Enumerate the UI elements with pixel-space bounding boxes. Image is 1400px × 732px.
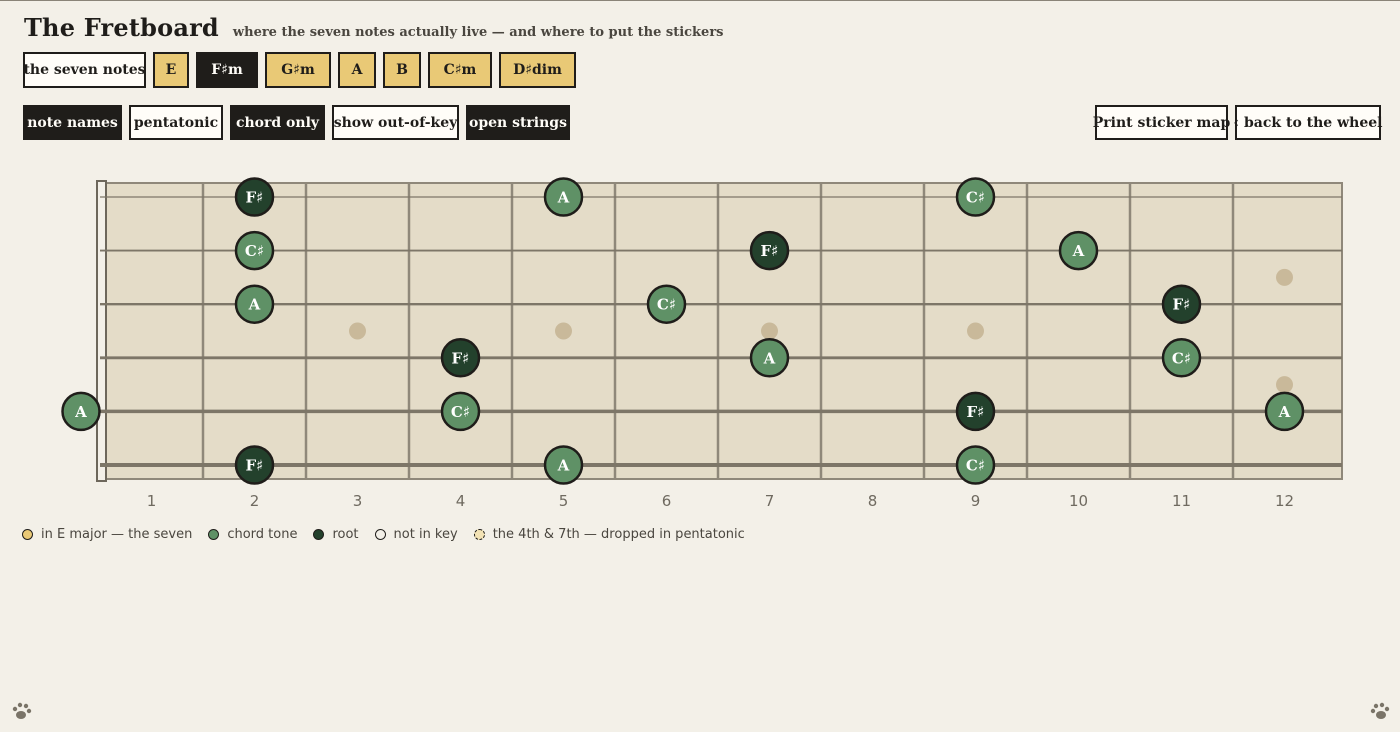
note-label: A (557, 189, 570, 207)
chord-button-a[interactable]: A (338, 52, 376, 88)
note-label: F♯ (246, 457, 264, 475)
note-label: F♯ (246, 189, 264, 207)
chord-button-b[interactable]: B (383, 52, 421, 88)
note-label: A (557, 457, 570, 475)
note-marker[interactable]: F♯ (234, 445, 275, 485)
legend-label: root (332, 527, 359, 542)
note-marker[interactable]: A (543, 445, 584, 485)
fret-number: 10 (1069, 492, 1088, 510)
note-marker[interactable]: F♯ (1161, 284, 1202, 324)
fretboard-body (99, 182, 1343, 480)
paw-print-icon (1370, 702, 1390, 719)
legend-item-chord-tone: chord tone (208, 527, 297, 542)
print-sticker-map-button[interactable]: Print sticker map (1093, 105, 1230, 140)
chord-button-d-sharp-dim[interactable]: D♯dim (499, 52, 576, 88)
note-label: F♯ (1173, 296, 1191, 314)
fret-number: 9 (971, 492, 981, 510)
fret-number: 4 (456, 492, 466, 510)
legend-item-dropped: the 4th & 7th — dropped in pentatonic (473, 527, 745, 542)
chord-button-e[interactable]: E (153, 52, 189, 88)
chord-button-g-sharp-minor[interactable]: G♯m (265, 52, 331, 88)
fret-number: 7 (765, 492, 775, 510)
note-marker[interactable]: C♯ (955, 445, 996, 485)
fret-number: 11 (1172, 492, 1191, 510)
note-label: A (74, 403, 87, 421)
note-label: C♯ (451, 403, 470, 421)
toggle-show-out-of-key[interactable]: show out-of-key (332, 105, 459, 140)
toggle-open-strings[interactable]: open strings (466, 105, 570, 140)
nut (96, 180, 107, 482)
toggle-note-names[interactable]: note names (23, 105, 122, 140)
legend-item-not-in-key: not in key (374, 527, 458, 542)
inlay-dot (967, 322, 984, 340)
chord-button-seven-notes[interactable]: the seven notes (23, 52, 146, 88)
note-marker[interactable]: C♯ (955, 177, 996, 217)
inlay-dot (555, 322, 572, 340)
page-title: The Fretboard (24, 13, 219, 42)
note-marker[interactable]: F♯ (955, 391, 996, 432)
inlay-dot (349, 322, 366, 340)
inlay-dot (761, 322, 778, 340)
note-label: C♯ (1172, 349, 1191, 367)
note-label: A (1278, 403, 1291, 421)
inlay-dot (1276, 268, 1293, 286)
note-marker[interactable]: A (543, 177, 584, 217)
legend-swatch-root (313, 529, 325, 540)
legend-item-in-key: in E major — the seven (22, 527, 192, 542)
page-header: The Fretboard where the seven notes actu… (24, 13, 724, 42)
fret-number: 3 (353, 492, 363, 510)
fret-number: 1 (147, 492, 157, 510)
note-marker[interactable]: F♯ (440, 338, 481, 378)
fret-number: 12 (1275, 492, 1294, 510)
toggle-chord-only[interactable]: chord only (230, 105, 325, 140)
legend-label: in E major — the seven (41, 527, 193, 542)
page-subtitle: where the seven notes actually live — an… (232, 25, 724, 40)
fretboard: F♯ A C♯C♯ F♯ AA C♯ F♯F♯ A C♯A C♯ F♯ AF♯ A C♯ 12345678… (61, 177, 1343, 510)
inlay-dot (1276, 376, 1293, 394)
note-label: C♯ (966, 457, 985, 475)
note-label: F♯ (761, 242, 779, 260)
legend-label: not in key (393, 527, 458, 542)
note-marker[interactable]: A (61, 391, 101, 432)
legend-label: chord tone (227, 527, 298, 542)
note-marker[interactable]: C♯ (646, 284, 687, 324)
legend-swatch-dashed (473, 529, 485, 540)
note-label: C♯ (245, 242, 264, 260)
legend-swatch-chord (208, 529, 220, 540)
note-marker[interactable]: C♯ (440, 391, 481, 432)
note-label: A (1072, 242, 1085, 260)
legend-swatch-out (374, 529, 386, 540)
note-label: A (763, 349, 776, 367)
fret-number: 8 (868, 492, 878, 510)
note-marker[interactable]: A (234, 284, 275, 324)
note-marker[interactable]: C♯ (1161, 338, 1202, 378)
back-to-wheel-button[interactable]: ‹ back to the wheel (1234, 105, 1382, 140)
fret-number: 6 (662, 492, 672, 510)
note-marker[interactable]: F♯ (234, 177, 275, 217)
paw-print-icon (12, 702, 32, 719)
fret-number: 2 (250, 492, 260, 510)
note-label: C♯ (966, 189, 985, 207)
note-marker[interactable]: C♯ (234, 230, 275, 271)
note-marker[interactable]: A (1264, 391, 1305, 432)
legend-swatch-gold (22, 529, 33, 540)
fret-number: 5 (559, 492, 569, 510)
chord-button-c-sharp-minor[interactable]: C♯m (428, 52, 492, 88)
note-label: F♯ (967, 403, 985, 421)
note-label: A (248, 296, 261, 314)
toggle-pentatonic[interactable]: pentatonic (129, 105, 223, 140)
legend: in E major — the seven chord tone root n… (22, 527, 761, 542)
note-label: C♯ (657, 296, 676, 314)
legend-item-root: root (313, 527, 359, 542)
note-marker[interactable]: A (749, 338, 790, 378)
note-marker[interactable]: A (1058, 230, 1099, 271)
legend-label: the 4th & 7th — dropped in pentatonic (492, 527, 745, 542)
chord-button-f-sharp-minor[interactable]: F♯m (196, 52, 258, 88)
note-label: F♯ (452, 349, 470, 367)
note-marker[interactable]: F♯ (749, 230, 790, 271)
